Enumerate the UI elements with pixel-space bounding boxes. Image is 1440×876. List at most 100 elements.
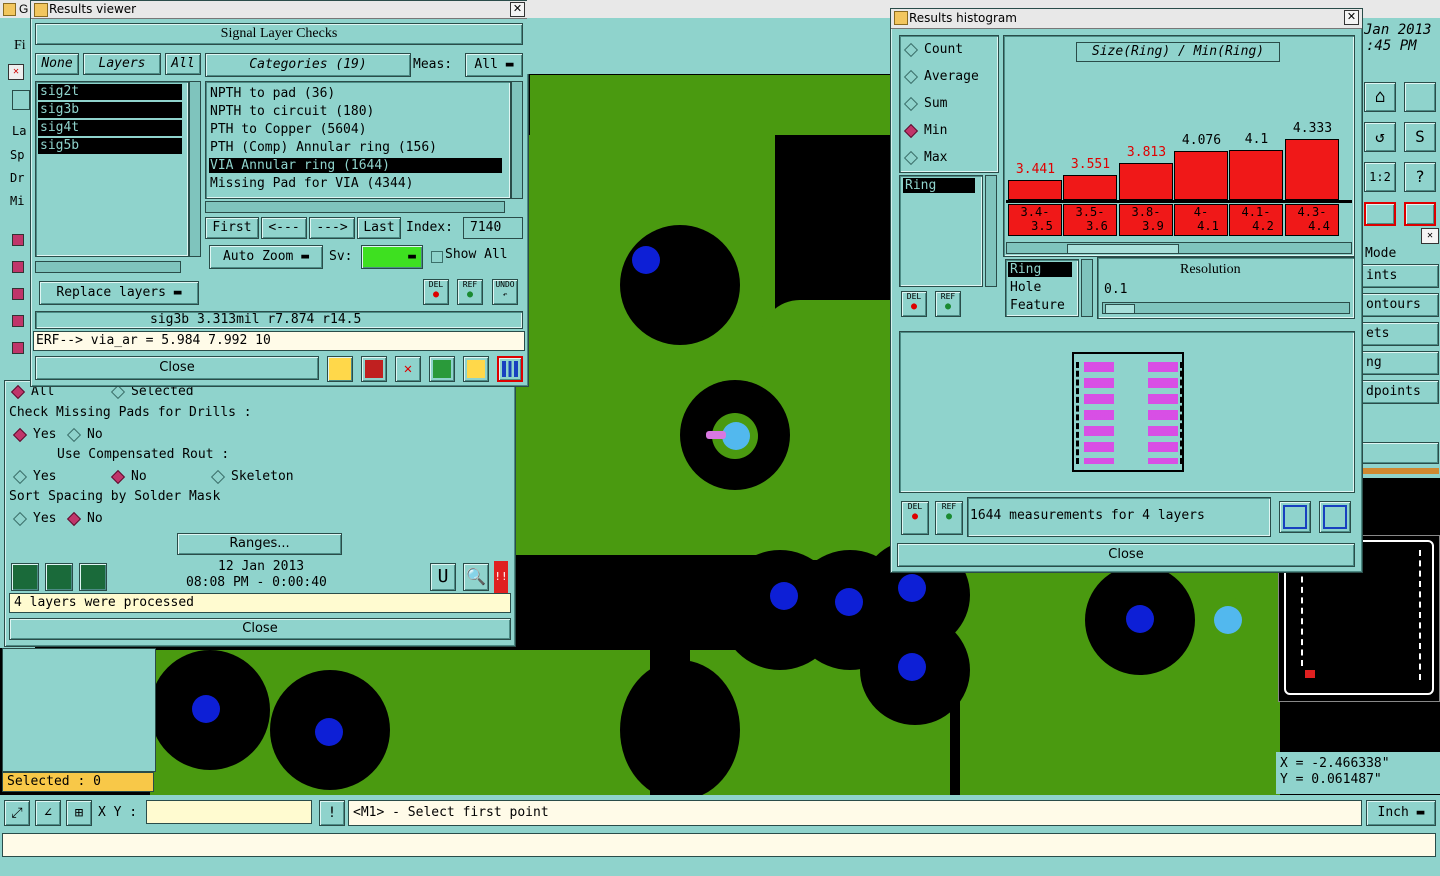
undo-icon[interactable]: UNDO ↶ <box>492 279 518 305</box>
feature-item[interactable]: Feature <box>1010 298 1065 313</box>
mode-contours-button[interactable]: ontours <box>1361 293 1439 317</box>
categories-scrollbar-v[interactable] <box>511 81 523 199</box>
layer-item[interactable]: sig3b <box>38 102 182 118</box>
magnet-icon[interactable]: U <box>430 563 456 591</box>
mode-points-button[interactable]: ints <box>1361 264 1439 288</box>
mode-sets-button[interactable]: ets <box>1361 322 1439 346</box>
export-icon[interactable] <box>1279 501 1311 533</box>
category-item[interactable]: PTH (Comp) Annular ring (156) <box>210 140 437 155</box>
radio-indicator[interactable] <box>903 42 919 57</box>
last-button[interactable]: Last <box>357 217 401 239</box>
report-icon[interactable] <box>361 356 387 382</box>
layer-icon-2[interactable] <box>1404 202 1436 226</box>
ref-icon[interactable]: REF ● <box>457 279 483 305</box>
attribute-item-selected[interactable]: Ring <box>903 178 975 193</box>
category-item[interactable]: Missing Pad for VIA (4344) <box>210 176 414 191</box>
feature-item[interactable]: Hole <box>1010 280 1041 295</box>
measure-angle-icon[interactable]: ∠ <box>35 800 61 826</box>
via[interactable] <box>898 574 926 602</box>
command-line[interactable] <box>2 833 1436 857</box>
chart-scrollbar-h[interactable] <box>1006 242 1352 254</box>
radio-indicator[interactable] <box>903 96 919 111</box>
comp-no[interactable]: No <box>110 469 147 484</box>
radio-indicator[interactable] <box>66 427 82 442</box>
histogram-close-button[interactable]: Close <box>897 543 1355 567</box>
prev-button[interactable]: <--- <box>261 217 307 239</box>
via[interactable] <box>770 582 798 610</box>
categories-scrollbar-h[interactable] <box>205 201 505 213</box>
mode-max[interactable]: Max <box>903 150 947 165</box>
run-icon[interactable] <box>11 563 39 591</box>
help-icon[interactable]: ? <box>1404 162 1436 192</box>
layer-icon[interactable] <box>1364 202 1396 226</box>
bar-range-label[interactable]: 4.1- 4.2 <box>1229 204 1283 236</box>
categories-list[interactable]: NPTH to pad (36) NPTH to circuit (180) P… <box>205 81 511 199</box>
resolution-slider[interactable] <box>1102 302 1350 314</box>
via[interactable] <box>192 695 220 723</box>
auto-zoom-menu[interactable]: Auto Zoom ▬ <box>209 245 323 269</box>
sv-option-menu[interactable]: ▬ <box>361 245 423 269</box>
ref-icon[interactable]: REF ● <box>935 291 961 317</box>
comp-skeleton[interactable]: Skeleton <box>210 469 294 484</box>
layers-button[interactable]: Layers <box>83 53 161 75</box>
units-option-menu[interactable]: Inch ▬ <box>1366 800 1436 826</box>
histogram-titlebar[interactable]: Results histogram ✕ <box>891 9 1362 29</box>
checkbox-checked[interactable] <box>12 261 24 273</box>
replace-layers-menu[interactable]: Replace layers ▬ <box>39 281 199 305</box>
sort-no[interactable]: No <box>66 511 103 526</box>
grid-icon[interactable]: ⊞ <box>66 800 92 826</box>
mode-count[interactable]: Count <box>903 42 963 57</box>
radio-indicator[interactable] <box>110 469 126 484</box>
side-icon[interactable] <box>12 90 30 110</box>
xy-input[interactable] <box>146 800 312 824</box>
mode-action-button[interactable] <box>1361 442 1439 464</box>
radio-indicator[interactable] <box>66 511 82 526</box>
via[interactable] <box>1126 605 1154 633</box>
slider-thumb[interactable] <box>1105 304 1135 314</box>
radio-indicator[interactable] <box>12 511 28 526</box>
first-button[interactable]: First <box>205 217 259 239</box>
results-viewer-titlebar[interactable]: Results viewer ✕ <box>31 1 528 19</box>
attribute-list[interactable]: Ring <box>899 175 983 287</box>
histogram-bar[interactable] <box>1008 180 1062 200</box>
layer-item[interactable]: sig2t <box>38 84 182 100</box>
close-icon[interactable]: ✕ <box>1421 228 1439 244</box>
radio-all-indicator[interactable] <box>10 384 26 399</box>
histogram-bar[interactable] <box>1229 150 1283 200</box>
mode-sum[interactable]: Sum <box>903 96 947 111</box>
via[interactable] <box>835 588 863 616</box>
show-all-checkbox[interactable] <box>431 251 443 263</box>
checkbox-checked[interactable] <box>12 342 24 354</box>
histogram-bar[interactable] <box>1285 139 1339 200</box>
via[interactable] <box>898 653 926 681</box>
feature-scrollbar[interactable] <box>1081 259 1093 317</box>
histogram-bar[interactable] <box>1119 163 1173 200</box>
layers-list[interactable]: sig2t sig3b sig4t sig5b <box>35 81 189 257</box>
run-selected-icon[interactable] <box>45 563 73 591</box>
bar-range-label[interactable]: 4.3- 4.4 <box>1285 204 1339 236</box>
scale-icon[interactable]: 1:2 <box>1364 162 1396 192</box>
categories-button[interactable]: Categories (19) <box>205 53 411 77</box>
analysis-close-button[interactable]: Close <box>9 618 511 640</box>
layers-scrollbar-v[interactable] <box>189 81 201 257</box>
mirror-icon[interactable]: S <box>1404 122 1436 152</box>
reject-icon[interactable]: ✕ <box>395 356 421 382</box>
mode-endpoints-button[interactable]: dpoints <box>1361 380 1439 404</box>
mode-average[interactable]: Average <box>903 69 979 84</box>
comp-yes[interactable]: Yes <box>12 469 56 484</box>
layers-scrollbar-h[interactable] <box>35 261 181 273</box>
via[interactable] <box>632 246 660 274</box>
category-item[interactable]: PTH to Copper (5604) <box>210 122 367 137</box>
measure-icon[interactable]: ⤢ <box>4 800 30 826</box>
radio-indicator[interactable] <box>903 123 919 138</box>
radio-indicator[interactable] <box>903 150 919 165</box>
alert-icon[interactable]: !! <box>494 561 508 593</box>
all-layers-button[interactable]: All <box>165 53 201 75</box>
close-icon[interactable]: ✕ <box>510 2 525 17</box>
bar-range-label[interactable]: 3.8- 3.9 <box>1119 204 1173 236</box>
checkbox-checked[interactable] <box>12 234 24 246</box>
del-icon[interactable]: DEL ● <box>901 291 927 317</box>
del-icon[interactable]: DEL ● <box>901 501 929 535</box>
feature-item-selected[interactable]: Ring <box>1008 262 1072 277</box>
zoom-icon[interactable]: 🔍 <box>463 563 489 591</box>
